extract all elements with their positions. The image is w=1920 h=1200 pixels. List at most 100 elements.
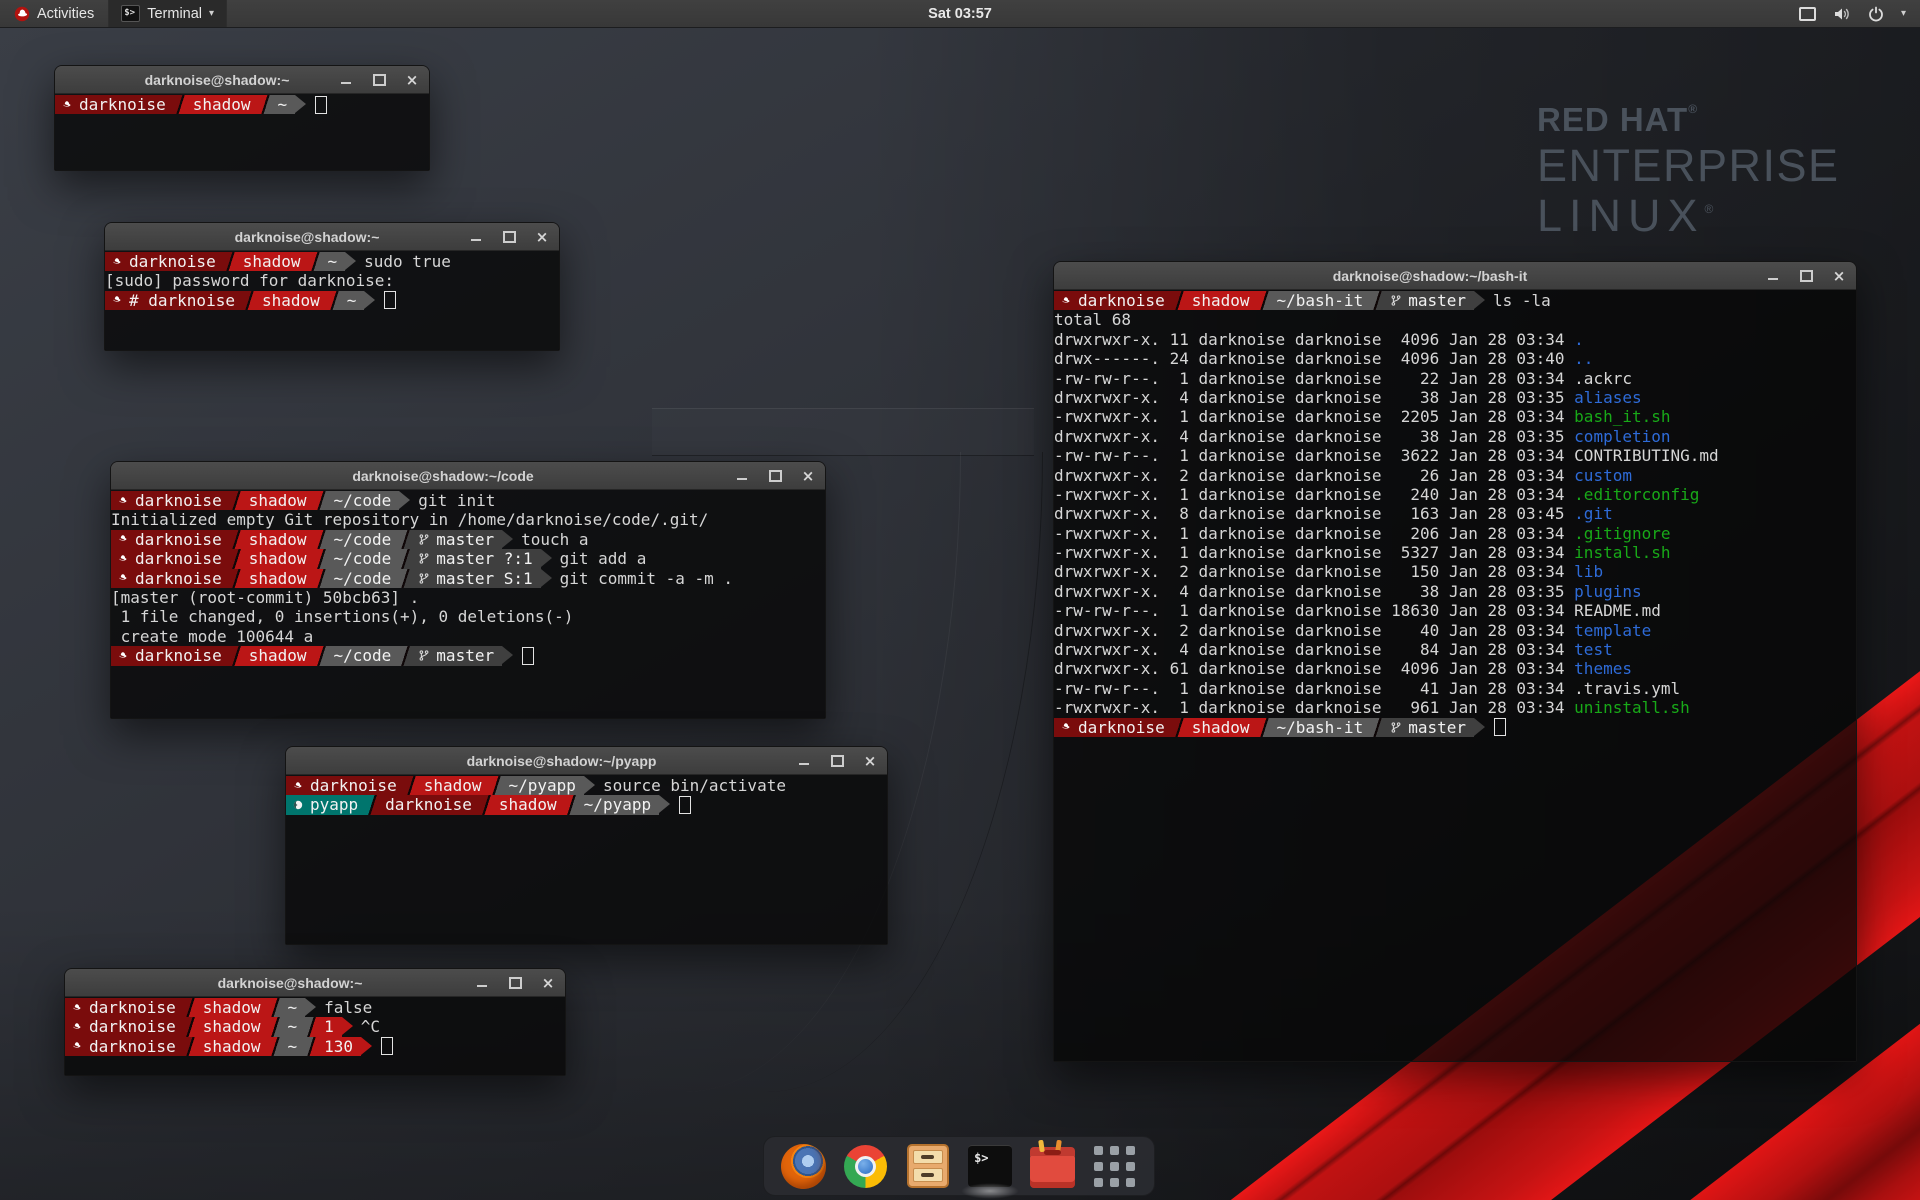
maximize-button[interactable]: [830, 754, 844, 768]
powerline-separator: [315, 491, 328, 510]
terminal-text: bash_it.sh: [1574, 407, 1670, 426]
prompt-segment: darknoise: [65, 1017, 184, 1036]
terminal-window-home-small[interactable]: darknoise@shadow:~ × darknoiseshadow~: [54, 65, 430, 171]
prompt-segment: darknoise: [55, 95, 174, 114]
close-icon[interactable]: ×: [405, 73, 419, 87]
powerline-separator: [230, 530, 243, 549]
powerline-arrow: [345, 252, 356, 270]
close-icon[interactable]: ×: [801, 469, 815, 483]
powerline-arrow: [364, 291, 375, 309]
maximize-button[interactable]: [372, 73, 386, 87]
terminal-window-sudo[interactable]: darknoise@shadow:~ × darknoiseshadow~sud…: [104, 222, 560, 351]
powerline-separator: [269, 1037, 282, 1056]
maximize-button[interactable]: [508, 976, 522, 990]
minimize-button[interactable]: [797, 754, 811, 768]
dock-item-files[interactable]: [904, 1143, 951, 1190]
powerline-separator: [305, 1017, 318, 1036]
minimize-button[interactable]: [469, 230, 483, 244]
powerline-arrow: [399, 491, 410, 509]
terminal-text: -rw-rw-r--. 1 darknoise darknoise 3622 J…: [1054, 446, 1574, 465]
dock-item-app-grid[interactable]: [1091, 1143, 1138, 1190]
titlebar[interactable]: darknoise@shadow:~ ×: [65, 969, 565, 997]
powerline-arrow: [502, 646, 513, 664]
window-title: darknoise@shadow:~/code: [171, 462, 715, 489]
titlebar[interactable]: darknoise@shadow:~/pyapp ×: [286, 747, 887, 775]
terminal-line: drwxrwxr-x. 2 darknoise darknoise 26 Jan…: [1054, 466, 1856, 485]
terminal-content[interactable]: darknoiseshadow~: [55, 94, 429, 170]
prompt-segment: darknoise: [286, 776, 405, 795]
powerline-separator: [230, 646, 243, 665]
powerline-arrow: [659, 795, 670, 813]
terminal-content[interactable]: darknoiseshadow~sudo true[sudo] password…: [105, 251, 559, 350]
volume-icon: [1833, 6, 1851, 22]
terminal-line: -rw-rw-r--. 1 darknoise darknoise 22 Jan…: [1054, 369, 1856, 388]
terminal-line: drwxrwxr-x. 4 darknoise darknoise 38 Jan…: [1054, 427, 1856, 446]
powerline-separator: [399, 549, 412, 568]
close-icon[interactable]: ×: [863, 754, 877, 768]
system-status-area[interactable]: ▾: [1785, 0, 1920, 27]
activities-button[interactable]: Activities: [0, 0, 108, 27]
terminal-line: darknoiseshadow~: [55, 95, 429, 114]
terminal-content[interactable]: darknoiseshadow~/bash-itmasterls -latota…: [1054, 290, 1856, 1061]
app-menu-terminal[interactable]: $> Terminal ▾: [108, 0, 227, 27]
terminal-cursor: [384, 291, 396, 309]
terminal-window-code[interactable]: darknoise@shadow:~/code × darknoiseshado…: [110, 461, 826, 719]
terminal-text: [sudo] password for darknoise:: [105, 271, 394, 290]
dock-item-toolbox[interactable]: [1029, 1143, 1076, 1190]
terminal-line: -rw-rw-r--. 1 darknoise darknoise 18630 …: [1054, 601, 1856, 620]
dock-item-terminal[interactable]: $>: [967, 1143, 1014, 1190]
titlebar[interactable]: darknoise@shadow:~ ×: [55, 66, 429, 94]
terminal-text: -rw-rw-r--. 1 darknoise darknoise 18630 …: [1054, 601, 1574, 620]
maximize-button[interactable]: [768, 469, 782, 483]
terminal-window-pyapp[interactable]: darknoise@shadow:~/pyapp × darknoiseshad…: [285, 746, 888, 945]
close-icon[interactable]: ×: [535, 230, 549, 244]
running-indicator: [961, 1183, 1019, 1199]
close-icon[interactable]: ×: [541, 976, 555, 990]
terminal-content[interactable]: darknoiseshadow~falsedarknoiseshadow~1^C…: [65, 997, 565, 1075]
terminal-content[interactable]: darknoiseshadow~/pyappsource bin/activat…: [286, 775, 887, 944]
powerline-arrow: [584, 776, 595, 794]
terminal-text: git commit -a -m .: [552, 569, 733, 588]
terminal-line: -rwxrwxr-x. 1 darknoise darknoise 961 Ja…: [1054, 698, 1856, 717]
terminal-line: drwxrwxr-x. 8 darknoise darknoise 163 Ja…: [1054, 504, 1856, 523]
prompt-segment: pyapp: [286, 795, 366, 814]
minimize-button[interactable]: [735, 469, 749, 483]
branch-icon: [418, 552, 430, 565]
redhat-icon: [111, 294, 123, 306]
prompt-segment: ~: [341, 291, 365, 310]
minimize-button[interactable]: [475, 976, 489, 990]
minimize-button[interactable]: [1766, 269, 1780, 283]
terminal-text: drwxrwxr-x. 61 darknoise darknoise 4096 …: [1054, 659, 1574, 678]
dock-item-firefox[interactable]: [780, 1143, 827, 1190]
clock-label[interactable]: Sat 03:57: [928, 6, 992, 22]
powerline-separator: [490, 776, 503, 795]
terminal-content[interactable]: darknoiseshadow~/codegit initInitialized…: [111, 490, 825, 718]
chevron-down-icon: ▾: [209, 8, 214, 19]
titlebar[interactable]: darknoise@shadow:~ ×: [105, 223, 559, 251]
titlebar[interactable]: darknoise@shadow:~/code ×: [111, 462, 825, 490]
redhat-icon: [1060, 721, 1072, 733]
maximize-button[interactable]: [502, 230, 516, 244]
terminal-text: drwxrwxr-x. 4 darknoise darknoise 38 Jan…: [1054, 582, 1574, 601]
terminal-window-exit-codes[interactable]: darknoise@shadow:~ × darknoiseshadow~fal…: [64, 968, 566, 1076]
terminal-line: -rwxrwxr-x. 1 darknoise darknoise 2205 J…: [1054, 407, 1856, 426]
window-title: darknoise@shadow:~/bash-it: [1114, 262, 1746, 289]
powerline-separator: [230, 491, 243, 510]
titlebar[interactable]: darknoise@shadow:~/bash-it ×: [1054, 262, 1856, 290]
terminal-cursor: [315, 96, 327, 114]
prompt-segment: darknoise: [111, 491, 230, 510]
terminal-icon: $>: [968, 1145, 1012, 1187]
maximize-button[interactable]: [1799, 269, 1813, 283]
close-icon[interactable]: ×: [1832, 269, 1846, 283]
terminal-window-bash-it[interactable]: darknoise@shadow:~/bash-it × darknoisesh…: [1053, 261, 1857, 1062]
terminal-text: .editorconfig: [1574, 485, 1699, 504]
terminal-app-icon: $>: [121, 5, 140, 22]
terminal-line: darknoiseshadow~130: [65, 1037, 565, 1056]
minimize-button[interactable]: [339, 73, 353, 87]
redhat-icon: [1060, 295, 1072, 307]
dock-item-chrome[interactable]: [842, 1143, 889, 1190]
redhat-icon: [117, 553, 129, 565]
powerline-separator: [1258, 718, 1271, 737]
app-menu-label: Terminal: [147, 6, 202, 22]
terminal-text: touch a: [513, 530, 588, 549]
